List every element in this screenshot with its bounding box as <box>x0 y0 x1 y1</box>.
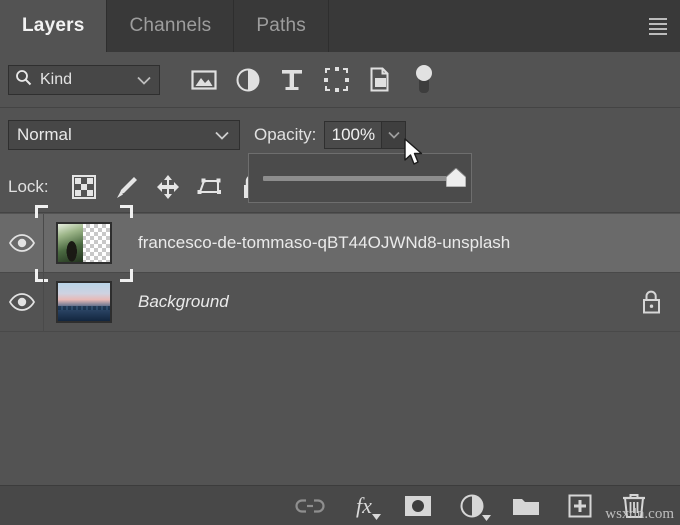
thumbnail-image <box>58 283 110 321</box>
opacity-label: Opacity: <box>254 125 316 145</box>
opacity-slider-popup[interactable] <box>248 153 472 203</box>
blend-mode-dropdown[interactable]: Normal <box>8 120 240 150</box>
tab-paths[interactable]: Paths <box>234 0 329 52</box>
opacity-stepper-button[interactable] <box>382 121 406 149</box>
lock-icon <box>640 289 662 315</box>
layer-thumbnail-cell[interactable] <box>44 214 124 273</box>
layers-panel: Layers Channels Paths Kind <box>0 0 680 525</box>
hamburger-bars <box>649 18 667 35</box>
chevron-down-icon[interactable] <box>137 76 151 85</box>
blend-mode-value: Normal <box>17 125 72 145</box>
thumbnail-image <box>58 224 83 262</box>
type-layer-filter-icon[interactable] <box>270 59 314 101</box>
layer-thumbnail-cell[interactable] <box>44 273 124 332</box>
layer-filter-bar: Kind <box>0 52 680 108</box>
filter-kind-label: Kind <box>40 71 72 89</box>
tab-channels-label: Channels <box>129 15 211 37</box>
smart-object-filter-icon[interactable] <box>358 59 402 101</box>
pixel-layer-filter-icon[interactable] <box>182 59 226 101</box>
shape-layer-filter-icon[interactable] <box>314 59 358 101</box>
hamburger-menu-icon[interactable] <box>644 12 672 40</box>
eye-icon <box>9 234 35 252</box>
table-row[interactable]: francesco-de-tommaso-qBT44OJWNd8-unsplas… <box>0 214 680 273</box>
layer-thumbnail <box>56 222 112 264</box>
layer-list-empty-area <box>0 332 680 485</box>
layer-lock-indicator-empty <box>622 214 680 273</box>
new-layer-icon[interactable] <box>564 490 596 522</box>
filter-toggle-switch[interactable] <box>402 59 446 101</box>
filter-kind-dropdown[interactable]: Kind <box>8 65 160 95</box>
tab-layers-label: Layers <box>22 15 84 37</box>
tab-layers[interactable]: Layers <box>0 0 107 52</box>
filter-type-icons <box>182 59 446 101</box>
layer-name[interactable]: francesco-de-tommaso-qBT44OJWNd8-unsplas… <box>124 233 622 253</box>
layer-name[interactable]: Background <box>124 292 622 312</box>
opacity-value: 100% <box>332 125 375 145</box>
search-icon <box>15 69 32 91</box>
adjustment-layer-filter-icon[interactable] <box>226 59 270 101</box>
layer-style-fx-icon[interactable]: fx <box>348 490 380 522</box>
lock-label: Lock: <box>8 177 49 197</box>
lock-image-pixels-icon[interactable] <box>105 167 147 207</box>
layer-list: francesco-de-tommaso-qBT44OJWNd8-unsplas… <box>0 214 680 485</box>
add-layer-mask-icon[interactable] <box>402 490 434 522</box>
lock-transparent-pixels-icon[interactable] <box>63 167 105 207</box>
chevron-down-icon[interactable] <box>215 131 229 140</box>
tab-channels[interactable]: Channels <box>107 0 234 52</box>
lock-position-icon[interactable] <box>147 167 189 207</box>
watermark-text: wsxdn.com <box>605 506 674 523</box>
slider-thumb[interactable] <box>446 168 466 187</box>
table-row[interactable]: Background <box>0 273 680 332</box>
fx-label: fx <box>356 495 372 517</box>
layer-visibility-toggle[interactable] <box>0 214 44 273</box>
link-layers-icon[interactable] <box>294 490 326 522</box>
layer-visibility-toggle[interactable] <box>0 273 44 332</box>
eye-icon <box>9 293 35 311</box>
panel-tab-bar: Layers Channels Paths <box>0 0 680 52</box>
tab-paths-label: Paths <box>256 15 306 37</box>
opacity-input[interactable]: 100% <box>324 121 382 149</box>
opacity-slider-track[interactable] <box>263 176 457 181</box>
layer-locked-icon[interactable] <box>622 273 680 332</box>
layer-thumbnail <box>56 281 112 323</box>
tab-bar-filler <box>329 0 680 52</box>
lock-artboard-nesting-icon[interactable] <box>189 167 231 207</box>
layers-panel-toolbar: fx <box>0 485 680 525</box>
new-adjustment-layer-icon[interactable] <box>456 490 488 522</box>
new-group-icon[interactable] <box>510 490 542 522</box>
